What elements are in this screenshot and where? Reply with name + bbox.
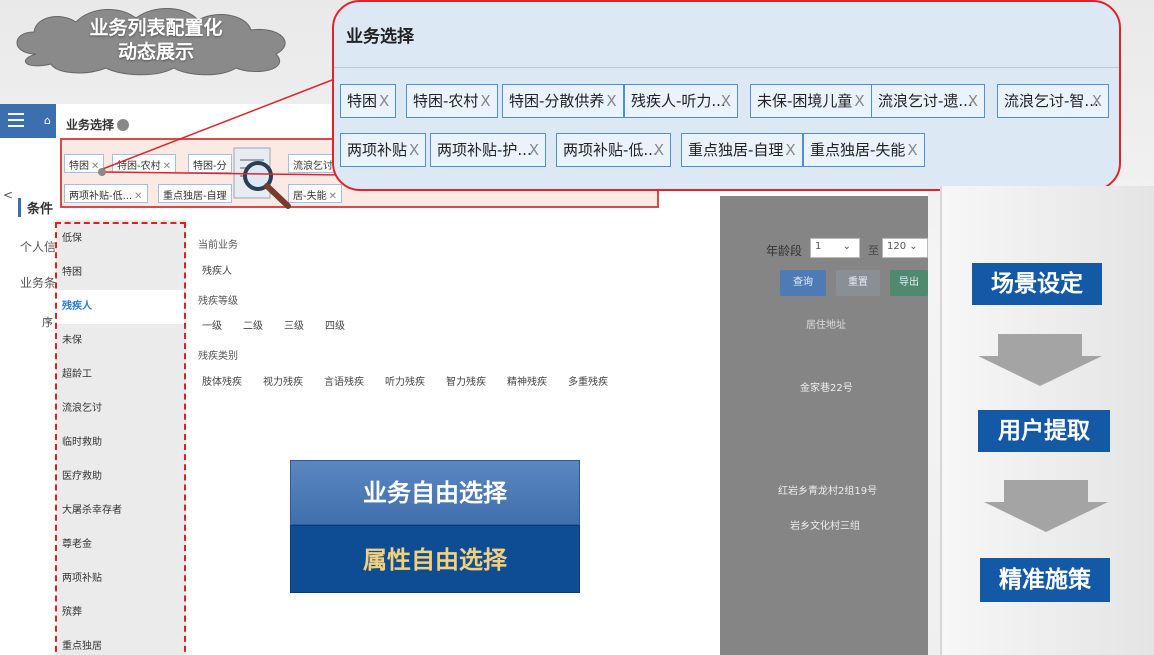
title-line-2: 动态展示 [117, 41, 194, 63]
age-to-select[interactable]: 120 ⌄ [882, 238, 928, 258]
condition-label: 条件 [18, 198, 53, 217]
reset-button[interactable]: 重置 [836, 270, 880, 296]
grade-option[interactable]: 一级 [202, 317, 222, 332]
panel-toggle-icon[interactable] [117, 119, 130, 131]
close-icon: X [480, 92, 491, 110]
small-tag[interactable]: 特困-农村 ✕ [112, 154, 176, 173]
business-tag[interactable]: 残疾人-听力... X [624, 84, 738, 118]
type-option[interactable]: 精神残疾 [507, 373, 547, 388]
magnifier-icon [230, 144, 294, 210]
small-tag[interactable]: 重点独居-自理 [158, 184, 232, 203]
callout-title: 业务选择 [334, 2, 1119, 68]
type-option[interactable]: 肢体残疾 [202, 373, 242, 388]
category-item[interactable]: 临时救助 [56, 426, 184, 460]
arrow-down-icon [978, 334, 1102, 386]
business-tag[interactable]: 流浪乞讨-遗... X [871, 84, 985, 118]
type-option[interactable]: 智力残疾 [446, 373, 486, 388]
category-item[interactable]: 超龄工 [56, 358, 184, 392]
grade-option[interactable]: 二级 [243, 317, 263, 332]
business-tag[interactable]: 流浪乞讨-智... X [997, 84, 1109, 118]
panel-title: 业务选择 [66, 116, 130, 133]
close-icon: X [967, 92, 978, 110]
title-cloud: 业务列表配置化 动态展示 [6, 4, 302, 76]
type-option[interactable]: 视力残疾 [263, 373, 303, 388]
address-column-header: 居住地址 [806, 320, 846, 331]
small-tag[interactable]: 居-失能 ✕ [288, 184, 342, 203]
age-to-label: 至 [868, 244, 879, 257]
query-button[interactable]: 查询 [780, 270, 826, 296]
business-condition-label: 业务条 [20, 276, 57, 290]
type-label: 残疾类别 [198, 351, 238, 362]
personal-info-label: 个人信 [20, 240, 57, 254]
arrow-down-icon [984, 480, 1108, 532]
address-cell: 金家巷22号 [800, 383, 853, 394]
business-tag[interactable]: 重点独居-失能 X [803, 133, 925, 167]
grade-option[interactable]: 三级 [284, 317, 304, 332]
step-precise-policy: 精准施策 [980, 558, 1110, 602]
category-item[interactable]: 殡葬 [56, 596, 184, 630]
panel-title-text: 业务选择 [66, 118, 115, 132]
address-cell: 红岩乡青龙村2组19号 [778, 486, 878, 497]
type-option[interactable]: 听力残疾 [385, 373, 425, 388]
category-item[interactable]: 特困 [56, 256, 184, 290]
category-list: 低保 特困 残疾人 未保 超龄工 流浪乞讨 临时救助 医疗救助 大屠杀幸存者 尊… [56, 220, 186, 655]
category-item[interactable]: 两项补贴 [56, 562, 184, 596]
category-item[interactable]: 尊老金 [56, 528, 184, 562]
close-icon: X [907, 141, 918, 159]
home-icon[interactable]: ⌂ [44, 114, 51, 127]
free-business-box: 业务自由选择 [290, 460, 580, 525]
title-line-1: 业务列表配置化 [89, 17, 223, 39]
type-option[interactable]: 言语残疾 [324, 373, 364, 388]
business-tag[interactable]: 两项补贴 X [340, 133, 427, 167]
current-business-value: 残疾人 [202, 266, 232, 277]
close-icon: X [528, 141, 539, 159]
grade-option[interactable]: 四级 [325, 317, 345, 332]
close-icon: X [1091, 92, 1102, 110]
business-tag[interactable]: 重点独居-自理 X [681, 133, 803, 167]
category-item[interactable]: 医疗救助 [56, 460, 184, 494]
business-tag[interactable]: 特困-分散供养 X [502, 84, 624, 118]
category-item[interactable]: 流浪乞讨 [56, 392, 184, 426]
hamburger-menu-icon[interactable] [8, 113, 24, 127]
close-icon: X [720, 92, 731, 110]
export-button[interactable]: 导出 [890, 270, 928, 296]
step-user-extraction: 用户提取 [978, 410, 1110, 452]
seq-column-header: 序 [42, 316, 53, 329]
business-tag[interactable]: 两项补贴-低... X [556, 133, 671, 167]
free-attribute-box: 属性自由选择 [290, 525, 580, 593]
category-item[interactable]: 未保 [56, 324, 184, 358]
business-tag[interactable]: 两项补贴-护... X [430, 133, 546, 167]
current-business-label: 当前业务 [198, 240, 238, 251]
small-tag[interactable]: 流浪乞讨 [288, 154, 338, 173]
results-table-overlay [720, 196, 928, 655]
category-item[interactable]: 低保 [56, 222, 184, 256]
close-icon: X [409, 141, 420, 159]
back-arrow-icon[interactable]: < [3, 188, 13, 202]
close-icon: X [653, 141, 664, 159]
close-icon: X [379, 92, 390, 110]
type-option[interactable]: 多重残疾 [568, 373, 608, 388]
step-scene-setting: 场景设定 [972, 263, 1102, 305]
category-item-active[interactable]: 残疾人 [56, 290, 184, 324]
age-from-select[interactable]: 1 ⌄ [810, 238, 860, 258]
business-tag[interactable]: 未保-困境儿童 X [750, 84, 872, 118]
small-tag[interactable]: 特困-分 [188, 154, 232, 173]
app-topbar: ⌂ [0, 104, 56, 138]
close-icon: X [785, 141, 796, 159]
business-tag[interactable]: 特困 X [340, 84, 397, 118]
small-tag[interactable]: 两项补贴-低... ✕ [64, 184, 148, 203]
age-range-label: 年龄段 [766, 244, 803, 258]
address-cell: 岩乡文化村三组 [790, 521, 860, 532]
close-icon: X [606, 92, 617, 110]
grade-label: 残疾等级 [198, 296, 238, 307]
business-select-callout: 业务选择 特困 X 特困-农村 X 特困-分散供养 X 残疾人-听力... X 未保-困… [332, 0, 1121, 191]
category-item[interactable]: 大屠杀幸存者 [56, 494, 184, 528]
category-item[interactable]: 重点独居 [56, 630, 184, 655]
business-tag[interactable]: 特困-农村 X [406, 84, 498, 118]
close-icon: X [854, 92, 865, 110]
small-tag[interactable]: 特困 ✕ [64, 154, 105, 173]
